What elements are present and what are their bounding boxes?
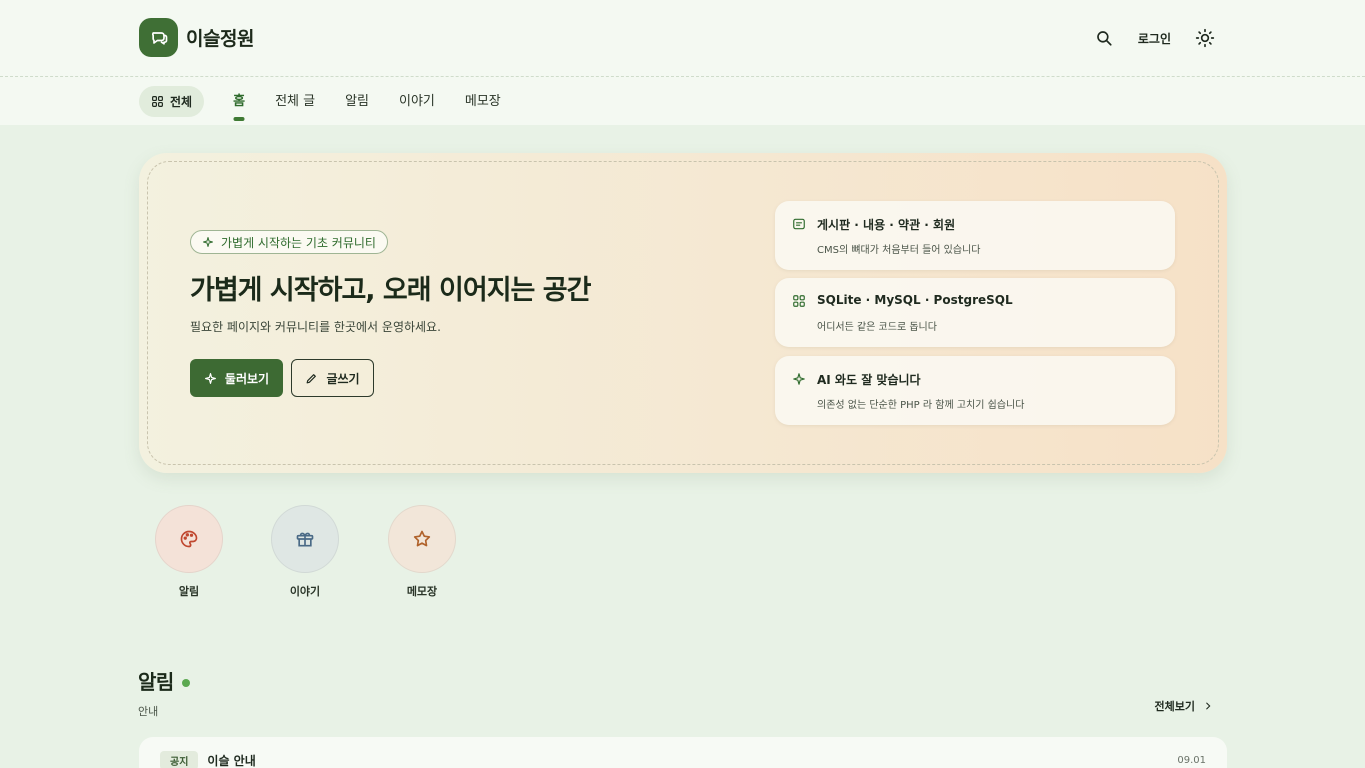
grid-icon xyxy=(793,295,805,307)
hero-banner: 가볍게 시작하는 기초 커뮤니티 가볍게 시작하고, 오래 이어지는 공간 필요… xyxy=(139,153,1227,473)
write-button-label: 글쓰기 xyxy=(326,371,360,386)
list-item[interactable]: 공지 이슬 안내 09.01 xyxy=(160,751,1206,768)
category-label: 메모장 xyxy=(406,585,438,598)
status-dot xyxy=(181,678,190,687)
nav-item-all-posts[interactable]: 전체 글 xyxy=(260,86,330,117)
chat-logo-icon xyxy=(139,18,178,57)
nav-all-button[interactable]: 전체 xyxy=(139,86,205,117)
sun-icon[interactable] xyxy=(1193,26,1217,50)
palette-icon xyxy=(180,530,198,548)
hero-pill: 가볍게 시작하는 기초 커뮤니티 xyxy=(190,230,388,254)
pencil-icon xyxy=(307,373,317,383)
sparkle-icon xyxy=(793,373,805,385)
feature-card: SQLite · MySQL · PostgreSQL 어디서든 같은 코드로 … xyxy=(775,278,1175,347)
category-story[interactable]: 이야기 xyxy=(271,505,339,599)
login-link[interactable]: 로그인 xyxy=(1138,30,1171,47)
feature-card: 게시판 · 내용 · 약관 · 회원 CMS의 뼈대가 처음부터 들어 있습니다 xyxy=(775,201,1175,270)
category-memo[interactable]: 메모장 xyxy=(388,505,456,599)
explore-button-label: 둘러보기 xyxy=(224,371,270,386)
category-label: 알림 xyxy=(178,585,200,598)
notice-list: 공지 이슬 안내 09.01 xyxy=(139,737,1227,768)
category-circle xyxy=(388,505,456,573)
main-nav: 전체 홈 전체 글 알림 이야기 메모장 xyxy=(0,77,1365,125)
feature-title: 게시판 · 내용 · 약관 · 회원 xyxy=(817,218,956,232)
section-title: 알림 xyxy=(138,666,190,695)
nav-item-home[interactable]: 홈 xyxy=(218,86,260,117)
section-subtitle: 안내 xyxy=(138,705,159,718)
nav-all-label: 전체 xyxy=(170,95,193,109)
header-actions: 로그인 xyxy=(1092,26,1217,50)
section-title-text: 알림 xyxy=(138,670,174,694)
category-notice[interactable]: 알림 xyxy=(155,505,223,599)
post-date: 09.01 xyxy=(1177,755,1206,766)
explore-button[interactable]: 둘러보기 xyxy=(190,359,283,397)
nav-item-story[interactable]: 이야기 xyxy=(384,86,450,117)
chevron-right-icon xyxy=(1206,702,1211,710)
category-circle xyxy=(271,505,339,573)
search-icon[interactable] xyxy=(1092,26,1116,50)
site-header: 이슬정원 로그인 xyxy=(0,0,1365,77)
nav-item-memo[interactable]: 메모장 xyxy=(450,86,516,117)
see-all-link[interactable]: 전체보기 xyxy=(1155,698,1213,714)
nav-item-notice[interactable]: 알림 xyxy=(330,86,384,117)
see-all-label: 전체보기 xyxy=(1154,700,1195,713)
star-icon xyxy=(413,530,431,547)
sparkle-icon xyxy=(204,372,216,384)
hero-description: 필요한 페이지와 커뮤니티를 한곳에서 운영하세요. xyxy=(190,320,441,334)
gift-icon xyxy=(296,532,314,547)
feature-title: SQLite · MySQL · PostgreSQL xyxy=(817,293,1013,307)
feature-subtitle: CMS의 뼈대가 처음부터 들어 있습니다 xyxy=(817,245,981,256)
feature-title: AI 와도 잘 맞습니다 xyxy=(817,373,921,387)
notice-badge: 공지 xyxy=(160,751,199,768)
category-label: 이야기 xyxy=(289,585,321,598)
post-title: 이슬 안내 xyxy=(207,754,256,768)
hero-pill-label: 가볍게 시작하는 기초 커뮤니티 xyxy=(221,235,376,250)
feature-subtitle: 의존성 없는 단순한 PHP 라 함께 고치기 쉽습니다 xyxy=(817,400,1025,411)
site-logo[interactable]: 이슬정원 xyxy=(139,18,254,57)
feature-subtitle: 어디서든 같은 코드로 돕니다 xyxy=(817,322,937,333)
hero-title: 가볍게 시작하고, 오래 이어지는 공간 xyxy=(190,275,591,306)
sparkle-icon xyxy=(203,237,213,247)
site-name: 이슬정원 xyxy=(186,28,254,50)
write-button[interactable]: 글쓰기 xyxy=(291,359,374,397)
board-icon xyxy=(793,218,805,230)
grid-icon xyxy=(152,96,163,107)
category-circle xyxy=(155,505,223,573)
feature-card: AI 와도 잘 맞습니다 의존성 없는 단순한 PHP 라 함께 고치기 쉽습니… xyxy=(775,356,1175,425)
